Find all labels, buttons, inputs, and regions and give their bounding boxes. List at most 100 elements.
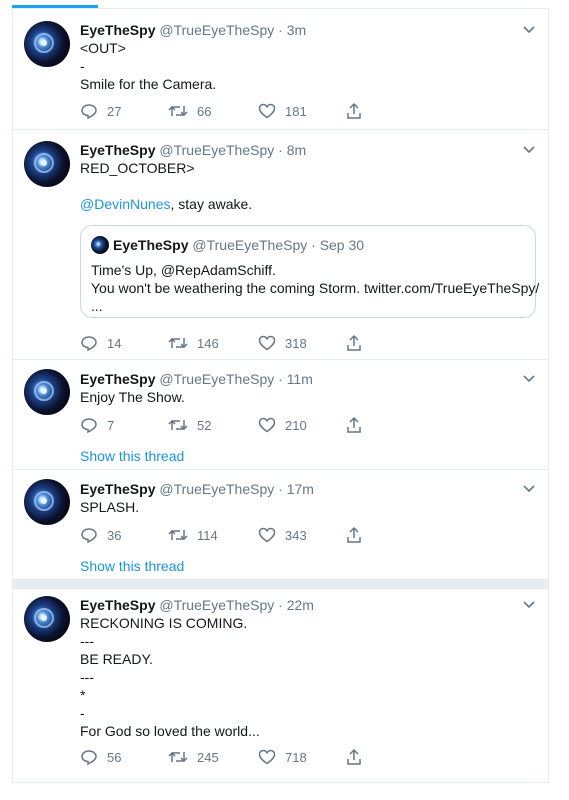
chevron-down-icon[interactable] [522, 23, 536, 37]
share-button[interactable] [345, 101, 372, 121]
timestamp[interactable]: 3m [287, 22, 306, 38]
reply-count: 56 [107, 749, 122, 765]
display-name[interactable]: EyeTheSpy [80, 481, 155, 497]
avatar[interactable] [24, 596, 70, 642]
avatar[interactable] [24, 479, 70, 525]
retweet-button[interactable]: 245 [168, 747, 219, 767]
tweet[interactable]: EyeTheSpy @TrueEyeTheSpy · 11m Enjoy The… [13, 359, 548, 470]
timestamp[interactable]: 17m [287, 481, 314, 497]
retweet-button[interactable]: 114 [168, 525, 218, 545]
reply-icon [81, 104, 97, 120]
timestamp[interactable]: 22m [287, 597, 314, 613]
tweet-header: EyeTheSpy @TrueEyeTheSpy · 17m [80, 480, 314, 498]
tweet-actions: 27 66 181 [80, 101, 380, 121]
avatar [91, 236, 109, 254]
like-button[interactable]: 343 [258, 525, 307, 545]
avatar[interactable] [24, 21, 70, 67]
text-line: * [80, 687, 86, 703]
display-name[interactable]: EyeTheSpy [80, 142, 155, 158]
share-icon [347, 334, 361, 351]
tweet-text-mention-line: @DevinNunes, stay awake. [80, 195, 252, 213]
avatar[interactable] [24, 141, 70, 187]
separator: · [278, 481, 283, 497]
like-button[interactable]: 181 [258, 101, 307, 121]
share-icon [347, 748, 361, 765]
tweet-actions: 56 245 718 [80, 747, 380, 767]
chevron-down-icon[interactable] [522, 372, 536, 386]
like-count: 181 [285, 103, 307, 119]
tweet[interactable]: EyeTheSpy @TrueEyeTheSpy · 8m RED_OCTOBE… [13, 129, 548, 360]
reply-button[interactable]: 7 [80, 415, 114, 435]
retweet-count: 66 [197, 103, 212, 119]
like-button[interactable]: 318 [258, 333, 307, 353]
share-button[interactable] [345, 525, 372, 545]
user-handle: @TrueEyeTheSpy [192, 237, 308, 253]
timestamp: Sep 30 [319, 237, 365, 253]
share-button[interactable] [345, 333, 372, 353]
separator: · [278, 597, 283, 613]
text-line: --- [80, 633, 94, 649]
like-button[interactable]: 210 [258, 415, 307, 435]
timeline: EyeTheSpy @TrueEyeTheSpy · 3m <OUT> - Sm… [12, 8, 549, 783]
user-handle[interactable]: @TrueEyeTheSpy [159, 597, 274, 613]
user-handle[interactable]: @TrueEyeTheSpy [159, 371, 274, 387]
tweet[interactable]: EyeTheSpy @TrueEyeTheSpy · 22m RECKONING… [13, 589, 548, 782]
tweet-header: EyeTheSpy @TrueEyeTheSpy · 11m [80, 370, 313, 388]
like-count: 318 [285, 335, 307, 351]
mention-link[interactable]: @DevinNunes [80, 196, 170, 212]
display-name[interactable]: EyeTheSpy [80, 597, 155, 613]
retweet-button[interactable]: 66 [168, 101, 211, 121]
share-button[interactable] [345, 415, 372, 435]
text-line: Time's Up, @RepAdamSchiff. [91, 262, 276, 278]
text-line: - [80, 705, 85, 721]
tweet-text: RECKONING IS COMING. --- BE READY. --- *… [80, 614, 260, 740]
tweet-text: <OUT> - Smile for the Camera. [80, 39, 216, 93]
chevron-down-icon[interactable] [522, 598, 536, 612]
text-line: ... [91, 298, 103, 314]
retweet-icon [168, 105, 188, 117]
separator: · [311, 237, 316, 253]
separator: · [278, 371, 283, 387]
user-handle[interactable]: @TrueEyeTheSpy [159, 22, 274, 38]
user-handle[interactable]: @TrueEyeTheSpy [159, 142, 274, 158]
text-line: --- [80, 669, 94, 685]
reply-icon [81, 336, 97, 352]
like-count: 210 [285, 417, 307, 433]
reply-icon [81, 750, 97, 766]
show-thread-link[interactable]: Show this thread [80, 447, 184, 465]
tweet-text: SPLASH. [80, 498, 139, 516]
retweet-icon [168, 751, 188, 763]
tweet[interactable]: EyeTheSpy @TrueEyeTheSpy · 17m SPLASH. 3… [13, 469, 548, 579]
tweet[interactable]: EyeTheSpy @TrueEyeTheSpy · 3m <OUT> - Sm… [13, 9, 548, 130]
display-name[interactable]: EyeTheSpy [80, 371, 155, 387]
share-icon [347, 526, 361, 543]
share-icon [347, 102, 361, 119]
tweet-text: Enjoy The Show. [80, 388, 185, 406]
share-button[interactable] [345, 747, 372, 767]
reply-button[interactable]: 56 [80, 747, 121, 767]
like-button[interactable]: 718 [258, 747, 307, 767]
retweet-icon [168, 419, 188, 431]
avatar[interactable] [24, 369, 70, 415]
text-line: RED_OCTOBER> [80, 160, 195, 176]
reply-button[interactable]: 14 [80, 333, 121, 353]
timestamp[interactable]: 11m [287, 371, 313, 387]
tweet-actions: 36 114 343 [80, 525, 380, 545]
reply-icon [81, 418, 97, 434]
text-line: SPLASH. [80, 499, 140, 515]
show-thread-link[interactable]: Show this thread [80, 557, 184, 575]
chevron-down-icon[interactable] [522, 143, 536, 157]
text-line: For God so loved the world... [80, 723, 260, 739]
retweet-button[interactable]: 146 [168, 333, 219, 353]
reply-button[interactable]: 36 [80, 525, 121, 545]
reply-button[interactable]: 27 [80, 101, 121, 121]
text-line: - [80, 58, 85, 74]
text-line: <OUT> [80, 40, 126, 56]
user-handle[interactable]: @TrueEyeTheSpy [159, 481, 274, 497]
display-name[interactable]: EyeTheSpy [80, 22, 155, 38]
timestamp[interactable]: 8m [287, 142, 306, 158]
chevron-down-icon[interactable] [522, 482, 536, 496]
quoted-tweet[interactable]: EyeTheSpy @TrueEyeTheSpy · Sep 30 Time's… [80, 225, 539, 318]
like-icon [258, 417, 276, 433]
retweet-button[interactable]: 52 [168, 415, 211, 435]
